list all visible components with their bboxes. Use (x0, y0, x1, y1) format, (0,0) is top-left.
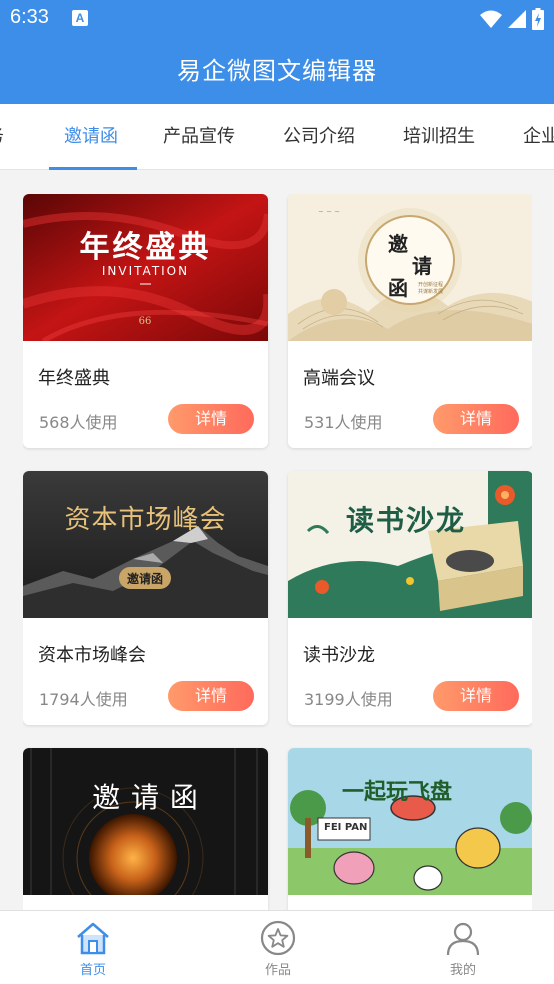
wifi-icon (480, 10, 502, 28)
thumb-subtitle: INVITATION (101, 264, 190, 278)
nav-home[interactable]: 首页 (53, 911, 133, 984)
notification-a-icon: A (72, 10, 88, 26)
tab-product-promo[interactable]: 产品宣传 (163, 104, 235, 169)
active-tab-indicator (49, 167, 137, 170)
thumb-badge: 邀请函 (126, 572, 163, 586)
tab-invitation[interactable]: 邀请函 (64, 104, 118, 169)
thumb-char: 函 (388, 276, 408, 300)
template-card[interactable]: 邀 请 函 (23, 748, 268, 910)
template-card[interactable]: 66 年终盛典 INVITATION 年终盛典 568人使用 详情 (23, 194, 268, 448)
svg-text:共谋新发展: 共谋新发展 (418, 288, 443, 295)
nav-mine[interactable]: 我的 (423, 911, 503, 984)
template-thumbnail-year-end[interactable]: 66 年终盛典 INVITATION (23, 194, 268, 341)
template-thumbnail-frisbee[interactable]: 一起玩飞盘 FEI PAN (288, 748, 532, 895)
tab-enterprise[interactable]: 企业 (523, 104, 554, 169)
template-grid: 66 年终盛典 INVITATION 年终盛典 568人使用 详情 ~ ~ ~ … (23, 194, 532, 910)
nav-mine-label: 我的 (449, 963, 476, 978)
card-title: 资本市场峰会 (38, 645, 146, 666)
details-button[interactable]: 详情 (168, 681, 254, 711)
usage-count: 1794人使用 (39, 690, 128, 709)
thumb-sign: FEI PAN (324, 822, 368, 833)
template-thumbnail-space-invitation[interactable]: 邀 请 函 (23, 748, 268, 895)
bottom-navigation: 首页 作品 我的 (0, 910, 554, 984)
star-icon (260, 920, 296, 956)
thumb-char: 请 (412, 254, 432, 278)
thumb-title: 一起玩飞盘 (342, 780, 453, 805)
tab-business[interactable]: 务 (0, 104, 4, 169)
thumb-title: 资本市场峰会 (64, 505, 227, 535)
template-card[interactable]: ~ ~ ~ 开创新征程 共谋新发展 邀 请 函 高端会议 531人使用 详情 (288, 194, 532, 448)
home-icon (77, 922, 109, 955)
template-thumbnail-summit[interactable]: ~ ~ ~ 开创新征程 共谋新发展 邀 请 函 (288, 194, 532, 341)
svg-text:66: 66 (139, 316, 152, 327)
details-button[interactable]: 详情 (168, 404, 254, 434)
nav-home-label: 首页 (79, 963, 106, 978)
details-button[interactable]: 详情 (433, 681, 519, 711)
thumb-title: 邀 请 函 (92, 781, 199, 814)
usage-count: 568人使用 (39, 413, 118, 432)
template-thumbnail-book-salon[interactable]: 读书沙龙 (288, 471, 532, 618)
nav-works[interactable]: 作品 (238, 911, 318, 984)
status-bar: 6:33 A (0, 0, 554, 38)
card-title: 读书沙龙 (303, 645, 375, 666)
usage-count: 531人使用 (304, 413, 383, 432)
card-title: 年终盛典 (38, 368, 110, 389)
template-card[interactable]: 资本市场峰会 邀请函 资本市场峰会 1794人使用 详情 (23, 471, 268, 725)
page-title: 易企微图文编辑器 (177, 57, 377, 85)
svg-text:~ ~ ~: ~ ~ ~ (318, 208, 340, 216)
status-time: 6:33 (10, 6, 49, 28)
details-button[interactable]: 详情 (433, 404, 519, 434)
tab-company-intro[interactable]: 公司介绍 (283, 104, 355, 169)
thumb-title: 读书沙龙 (346, 504, 467, 537)
nav-works-label: 作品 (264, 963, 291, 978)
thumb-char: 邀 (388, 232, 408, 256)
signal-icon (508, 10, 526, 28)
battery-icon (532, 8, 544, 30)
person-icon (446, 922, 480, 956)
category-tabs: 务 邀请函 产品宣传 公司介绍 培训招生 企业 (0, 104, 554, 170)
svg-text:开创新征程: 开创新征程 (418, 281, 443, 288)
card-title: 高端会议 (303, 368, 375, 389)
usage-count: 3199人使用 (304, 690, 393, 709)
tab-training[interactable]: 培训招生 (403, 104, 475, 169)
thumb-title: 年终盛典 (79, 230, 212, 265)
template-card[interactable]: 一起玩飞盘 FEI PAN (288, 748, 532, 910)
status-icons (480, 8, 544, 30)
template-card[interactable]: 读书沙龙 读书沙龙 3199人使用 详情 (288, 471, 532, 725)
template-thumbnail-capital-summit[interactable]: 资本市场峰会 邀请函 (23, 471, 268, 618)
app-header: 易企微图文编辑器 (0, 38, 554, 104)
